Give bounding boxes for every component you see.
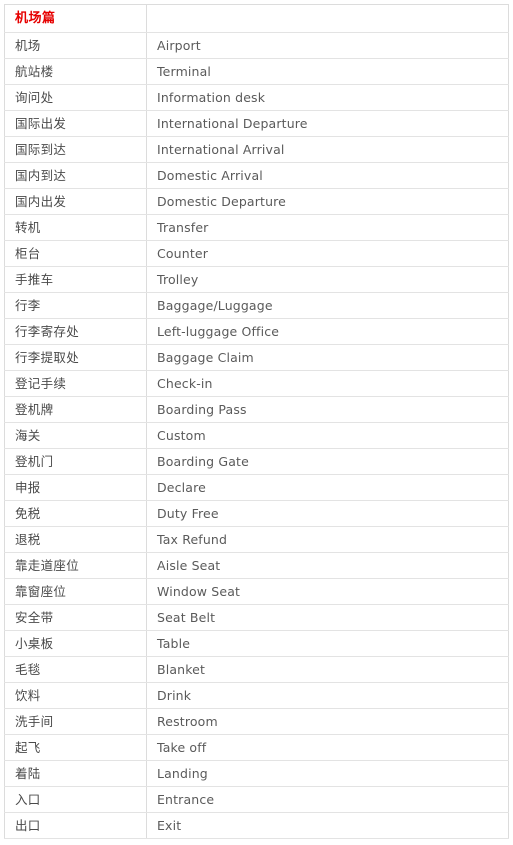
table-row: 机场 Airport [4,32,509,59]
term-english: Duty Free [146,500,509,527]
term-chinese: 柜台 [4,240,147,267]
term-english: Domestic Departure [146,188,509,215]
term-chinese: 登机牌 [4,396,147,423]
term-english: Trolley [146,266,509,293]
table-row: 海关 Custom [4,422,509,449]
term-english: Take off [146,734,509,761]
term-chinese: 申报 [4,474,147,501]
term-english: Information desk [146,84,509,111]
table-row: 手推车 Trolley [4,266,509,293]
term-english: Declare [146,474,509,501]
term-chinese: 国际出发 [4,110,147,137]
term-english: Boarding Pass [146,396,509,423]
term-chinese: 免税 [4,500,147,527]
term-chinese: 行李提取处 [4,344,147,371]
section-title-english-empty [146,4,509,33]
table-row: 入口 Entrance [4,786,509,813]
term-english: Tax Refund [146,526,509,553]
term-english: International Arrival [146,136,509,163]
term-english: Terminal [146,58,509,85]
term-english: Landing [146,760,509,787]
term-chinese: 着陆 [4,760,147,787]
table-row: 行李提取处 Baggage Claim [4,344,509,371]
term-english: Baggage Claim [146,344,509,371]
term-chinese: 国内到达 [4,162,147,189]
term-chinese: 询问处 [4,84,147,111]
term-english: Boarding Gate [146,448,509,475]
term-chinese: 出口 [4,812,147,839]
table-row: 询问处 Information desk [4,84,509,111]
table-row: 登机门 Boarding Gate [4,448,509,475]
term-chinese: 毛毯 [4,656,147,683]
table-row: 国际出发 International Departure [4,110,509,137]
table-row: 饮料 Drink [4,682,509,709]
term-english: Counter [146,240,509,267]
term-english: Restroom [146,708,509,735]
table-row: 登记手续 Check-in [4,370,509,397]
term-english: Entrance [146,786,509,813]
table-row: 退税 Tax Refund [4,526,509,553]
term-english: Left-luggage Office [146,318,509,345]
term-english: Exit [146,812,509,839]
table-header-row: 机场篇 [4,4,509,33]
term-chinese: 手推车 [4,266,147,293]
table-row: 柜台 Counter [4,240,509,267]
term-english: Table [146,630,509,657]
table-row: 着陆 Landing [4,760,509,787]
term-chinese: 洗手间 [4,708,147,735]
table-row: 转机 Transfer [4,214,509,241]
term-chinese: 行李 [4,292,147,319]
table-row: 毛毯 Blanket [4,656,509,683]
term-chinese: 入口 [4,786,147,813]
term-english: Baggage/Luggage [146,292,509,319]
term-chinese: 机场 [4,32,147,59]
term-chinese: 国际到达 [4,136,147,163]
term-chinese: 退税 [4,526,147,553]
term-english: Window Seat [146,578,509,605]
table-row: 起飞 Take off [4,734,509,761]
term-chinese: 安全带 [4,604,147,631]
term-english: Aisle Seat [146,552,509,579]
table-row: 登机牌 Boarding Pass [4,396,509,423]
term-chinese: 小桌板 [4,630,147,657]
term-english: Blanket [146,656,509,683]
section-title: 机场篇 [4,4,147,33]
term-english: Transfer [146,214,509,241]
vocabulary-table: 机场篇 机场 Airport 航站楼 Terminal 询问处 Information d… [4,4,509,839]
term-english: Drink [146,682,509,709]
term-chinese: 海关 [4,422,147,449]
term-chinese: 起飞 [4,734,147,761]
table-row: 国内到达 Domestic Arrival [4,162,509,189]
term-chinese: 靠走道座位 [4,552,147,579]
term-english: Airport [146,32,509,59]
term-chinese: 饮料 [4,682,147,709]
table-row: 靠走道座位 Aisle Seat [4,552,509,579]
term-english: International Departure [146,110,509,137]
table-row: 出口 Exit [4,812,509,839]
term-chinese: 国内出发 [4,188,147,215]
term-english: Check-in [146,370,509,397]
term-chinese: 行李寄存处 [4,318,147,345]
table-row: 申报 Declare [4,474,509,501]
term-chinese: 靠窗座位 [4,578,147,605]
table-row: 小桌板 Table [4,630,509,657]
table-row: 洗手间 Restroom [4,708,509,735]
term-chinese: 登机门 [4,448,147,475]
table-row: 安全带 Seat Belt [4,604,509,631]
term-chinese: 转机 [4,214,147,241]
table-row: 靠窗座位 Window Seat [4,578,509,605]
document-page: 机场篇 机场 Airport 航站楼 Terminal 询问处 Information d… [0,0,513,845]
term-chinese: 登记手续 [4,370,147,397]
term-english: Domestic Arrival [146,162,509,189]
table-body: 机场篇 机场 Airport 航站楼 Terminal 询问处 Information d… [4,4,509,839]
term-english: Seat Belt [146,604,509,631]
table-row: 国内出发 Domestic Departure [4,188,509,215]
term-chinese: 航站楼 [4,58,147,85]
table-row: 免税 Duty Free [4,500,509,527]
table-row: 行李 Baggage/Luggage [4,292,509,319]
table-row: 行李寄存处 Left-luggage Office [4,318,509,345]
table-row: 航站楼 Terminal [4,58,509,85]
term-english: Custom [146,422,509,449]
table-row: 国际到达 International Arrival [4,136,509,163]
